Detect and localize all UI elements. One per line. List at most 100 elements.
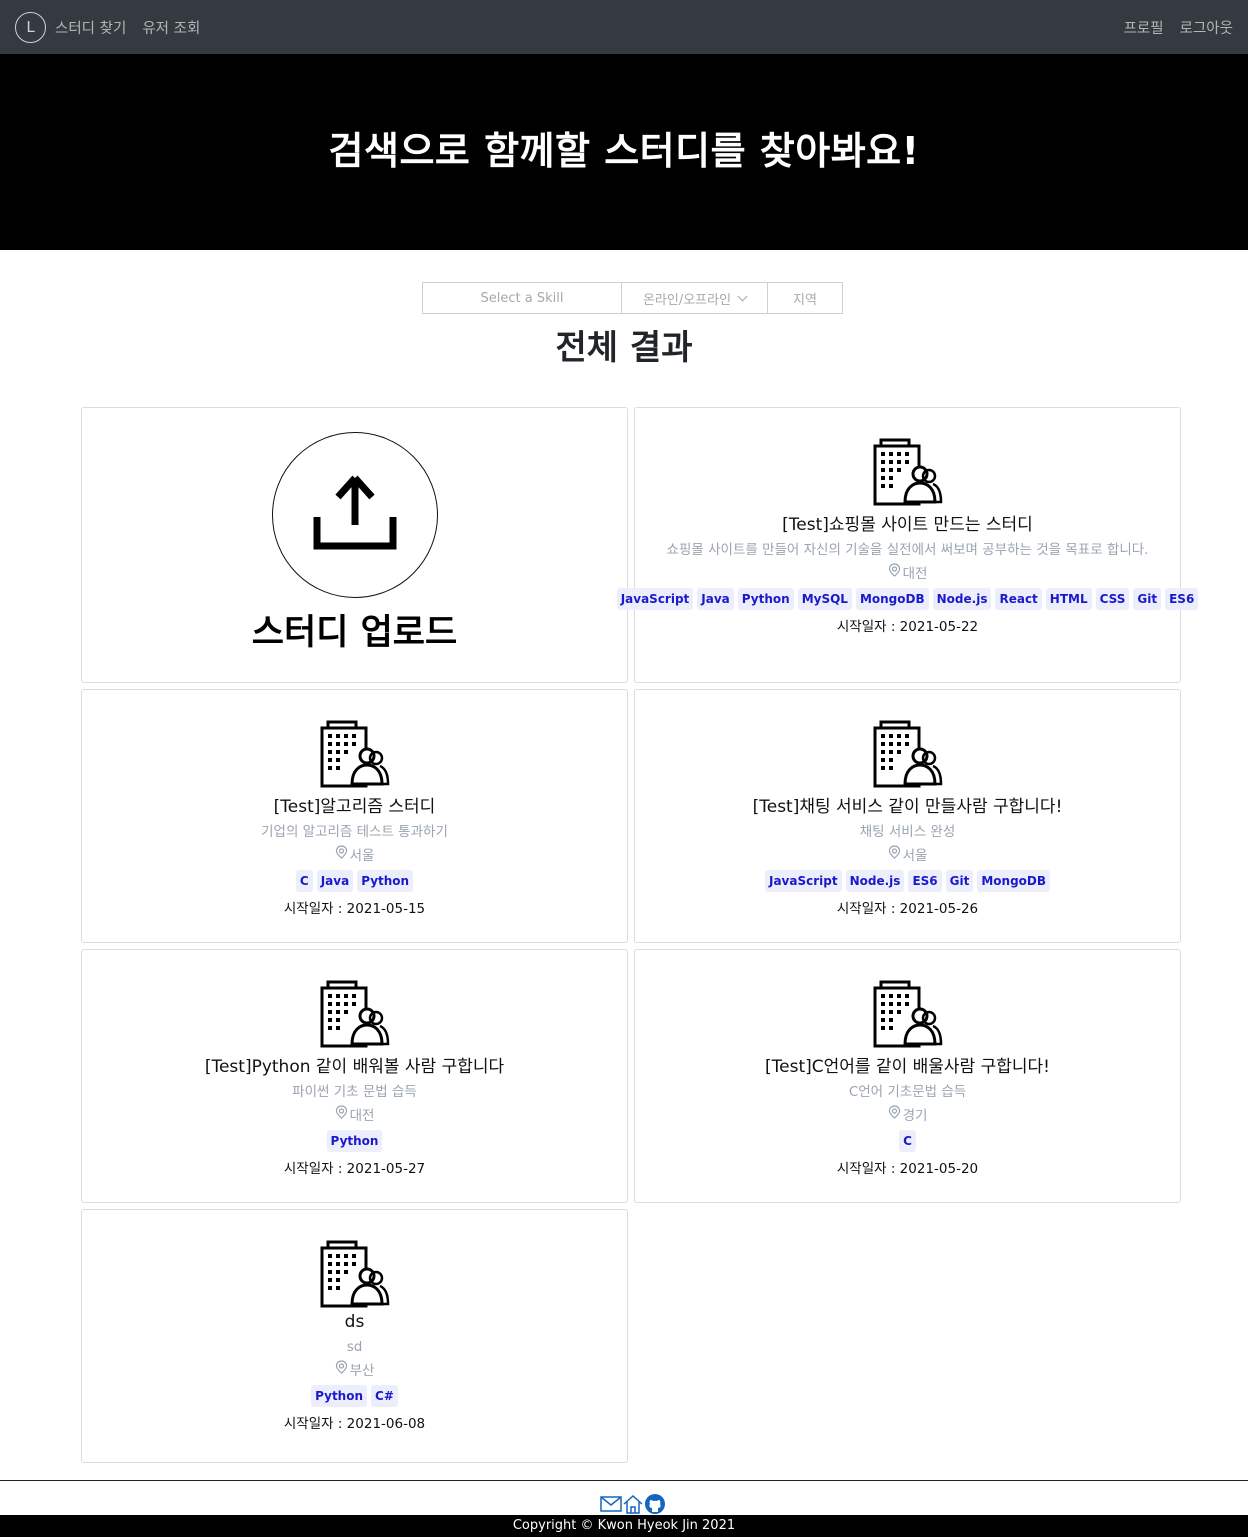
nav-link-find-study[interactable]: 스터디 찾기 <box>55 17 126 38</box>
building-people-icon <box>873 720 943 790</box>
study-location: 서울 <box>335 844 375 864</box>
study-description: 쇼핑몰 사이트를 만들어 자신의 기술을 실전에서 써보며 공부하는 것을 목표… <box>666 542 1149 558</box>
study-title: [Test]쇼핑몰 사이트 만드는 스터디 <box>782 515 1033 535</box>
skill-tag-list: Python C# <box>311 1385 398 1407</box>
upload-icon <box>271 432 438 598</box>
location-pin-icon <box>335 845 350 863</box>
date-value: 2021-05-15 <box>346 901 426 917</box>
location-pin-icon <box>888 563 903 581</box>
building-people-icon <box>320 980 390 1050</box>
location-pin-icon <box>335 1360 350 1378</box>
skill-tag: Java <box>316 870 354 892</box>
skill-tag-list: Python <box>326 1130 383 1152</box>
building-people-icon <box>873 980 943 1050</box>
online-offline-select[interactable]: 온라인/오프라인 <box>622 282 768 314</box>
study-description: 파이썬 기초 문법 습득 <box>292 1084 417 1100</box>
skill-tag: Python <box>357 870 414 892</box>
skill-select-placeholder: Select a Skill <box>480 290 564 306</box>
study-location: 경기 <box>888 1104 928 1124</box>
hero-banner: 검색으로 함께할 스터디를 찾아봐요! <box>0 54 1248 250</box>
skill-tag: Git <box>945 870 974 892</box>
mail-icon[interactable] <box>600 1495 622 1513</box>
chevron-down-icon <box>737 291 748 301</box>
study-upload-card[interactable]: 스터디 업로드 <box>81 407 628 683</box>
github-icon[interactable] <box>644 1493 666 1515</box>
study-card[interactable]: [Test]C언어를 같이 배울사람 구합니다! C언어 기초문법 습득 경기 … <box>634 949 1181 1203</box>
home-icon[interactable] <box>622 1493 644 1515</box>
location-text: 서울 <box>902 848 928 864</box>
study-start-date: 시작일자 : 2021-05-15 <box>284 897 425 917</box>
study-title: [Test]채팅 서비스 같이 만들사람 구합니다! <box>752 797 1063 817</box>
skill-tag: HTML <box>1045 588 1092 610</box>
footer-copyright: Copyright © Kwon Hyeok Jin 2021 <box>0 1515 1248 1537</box>
skill-tag: C <box>295 870 313 892</box>
footer-icons <box>600 1493 666 1515</box>
footer-divider <box>0 1480 1248 1481</box>
study-location: 부산 <box>335 1359 375 1379</box>
date-value: 2021-05-27 <box>346 1161 426 1177</box>
filter-bar: Select a Skill 온라인/오프라인 지역 <box>422 282 843 314</box>
date-value: 2021-05-20 <box>899 1161 979 1177</box>
study-start-date: 시작일자 : 2021-05-22 <box>837 615 978 635</box>
skill-tag: JavaScript <box>764 870 842 892</box>
skill-tag: Java <box>697 588 734 610</box>
date-value: 2021-06-08 <box>346 1416 426 1432</box>
skill-tag: React <box>995 588 1042 610</box>
skill-tag: JavaScript <box>616 588 694 610</box>
skill-tag-list: JavaScript Node.js ES6 Git MongoDB <box>764 870 1051 892</box>
study-description: C언어 기초문법 습득 <box>848 1084 967 1100</box>
study-location: 서울 <box>888 844 928 864</box>
nav-link-logout[interactable]: 로그아웃 <box>1180 17 1233 38</box>
skill-tag: MongoDB <box>977 870 1051 892</box>
skill-tag: CSS <box>1095 588 1130 610</box>
skill-tag: ES6 <box>908 870 942 892</box>
study-start-date: 시작일자 : 2021-06-08 <box>284 1412 425 1432</box>
study-card[interactable]: [Test]채팅 서비스 같이 만들사람 구합니다! 채팅 서비스 완성 서울 … <box>634 689 1181 943</box>
skill-tag: Python <box>737 588 794 610</box>
online-offline-label: 온라인/오프라인 <box>642 292 732 308</box>
building-people-icon <box>320 720 390 790</box>
study-title: [Test]C언어를 같이 배울사람 구합니다! <box>765 1057 1050 1077</box>
building-people-icon <box>320 1240 390 1310</box>
study-card[interactable]: ds sd 부산 Python C# 시작일자 : 2021-06-08 <box>81 1209 628 1463</box>
date-prefix: 시작일자 : <box>283 901 347 917</box>
skill-select[interactable]: Select a Skill <box>422 282 622 314</box>
date-value: 2021-05-26 <box>899 901 979 917</box>
study-title: [Test]알고리즘 스터디 <box>273 797 436 817</box>
region-select[interactable]: 지역 <box>768 282 843 314</box>
hero-title: 검색으로 함께할 스터디를 찾아봐요! <box>328 129 920 173</box>
skill-tag: MongoDB <box>855 588 929 610</box>
nav-right-group: 프로필 로그아웃 <box>1108 17 1233 38</box>
study-location: 대전 <box>888 562 927 582</box>
date-value: 2021-05-22 <box>899 619 979 635</box>
location-pin-icon <box>888 1105 903 1123</box>
skill-tag: Node.js <box>932 588 992 610</box>
location-text: 서울 <box>349 848 375 864</box>
skill-tag: Node.js <box>845 870 905 892</box>
skill-tag: ES6 <box>1165 588 1199 610</box>
skill-tag: C# <box>371 1385 398 1407</box>
results-title: 전체 결과 <box>555 328 693 368</box>
study-title: ds <box>344 1312 365 1332</box>
study-location: 대전 <box>335 1104 374 1124</box>
nav-link-profile[interactable]: 프로필 <box>1124 17 1164 38</box>
logo[interactable]: L <box>15 11 46 43</box>
location-text: 부산 <box>349 1363 375 1379</box>
location-text: 경기 <box>902 1108 928 1124</box>
location-pin-icon <box>335 1105 350 1123</box>
study-card[interactable]: [Test]쇼핑몰 사이트 만드는 스터디 쇼핑몰 사이트를 만들어 자신의 기… <box>616 407 1199 683</box>
study-card[interactable]: [Test]알고리즘 스터디 기업의 알고리즘 테스트 통과하기 서울 C Jav… <box>81 689 628 943</box>
skill-tag: Python <box>326 1130 383 1152</box>
region-label: 지역 <box>793 292 817 308</box>
nav-link-user-search[interactable]: 유저 조회 <box>142 17 200 38</box>
skill-tag: MySQL <box>797 588 852 610</box>
date-prefix: 시작일자 : <box>836 901 900 917</box>
skill-tag: Python <box>311 1385 368 1407</box>
skill-tag-list: JavaScript Java Python MySQL MongoDB Node.js R… <box>616 588 1199 610</box>
top-navbar: L 스터디 찾기 유저 조회 프로필 로그아웃 <box>0 0 1248 54</box>
study-card[interactable]: [Test]Python 같이 배워볼 사람 구합니다 파이썬 기초 문법 습득… <box>81 949 628 1203</box>
study-title: [Test]Python 같이 배워볼 사람 구합니다 <box>204 1057 505 1077</box>
study-start-date: 시작일자 : 2021-05-26 <box>837 897 978 917</box>
study-description: 기업의 알고리즘 테스트 통과하기 <box>261 824 448 840</box>
study-start-date: 시작일자 : 2021-05-27 <box>284 1157 425 1177</box>
